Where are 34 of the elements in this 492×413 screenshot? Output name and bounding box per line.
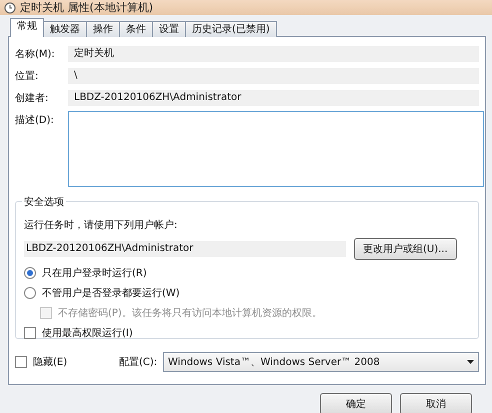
tab[interactable]: 操作 (86, 21, 120, 37)
radio-button[interactable] (24, 267, 36, 279)
checkbox[interactable] (24, 327, 36, 339)
checkbox-label: 使用最高权限运行(I) (42, 326, 133, 340)
location-field: \ (68, 68, 479, 84)
checkbox[interactable] (15, 356, 27, 368)
radio-label: 不管用户是否登录都要运行(W) (42, 286, 180, 300)
field-label: 描述(D): (15, 114, 55, 127)
field-label: 创建者: (15, 92, 50, 105)
config-label: 配置(C): (119, 356, 158, 369)
tab[interactable]: 设置 (152, 21, 186, 37)
radio-label: 只在用户登录时运行(R) (42, 266, 147, 280)
tab[interactable]: 触发器 (43, 21, 87, 37)
author-field: LBDZ-20120106ZH\Administrator (68, 90, 479, 106)
name-field[interactable]: 定时关机 (68, 46, 479, 62)
config-dropdown[interactable]: Windows Vista™、Windows Server™ 2008 (163, 352, 479, 372)
caret-icon (467, 360, 474, 364)
account-field: LBDZ-20120106ZH\Administrator (24, 241, 346, 257)
group-title: 安全选项 (22, 195, 66, 209)
tab[interactable]: 常规 (10, 18, 44, 37)
tab[interactable]: 条件 (119, 21, 153, 37)
field-label: 名称(M): (15, 48, 56, 61)
radio-button[interactable] (24, 287, 36, 299)
account-prompt: 运行任务时，请使用下列用户帐户: (24, 218, 178, 232)
dialog-button[interactable]: 取消 (400, 393, 472, 413)
field-label: 位置: (15, 70, 40, 83)
dialog-button[interactable]: 确定 (320, 393, 392, 413)
checkbox-label: 不存储密码(P)。该任务将只有访问本地计算机资源的权限。 (58, 306, 322, 320)
checkbox-label: 隐藏(E) (33, 356, 68, 369)
change-user-button[interactable]: 更改用户或组(U)... (354, 238, 457, 260)
window-title: 定时关机 属性(本地计算机) (20, 0, 154, 15)
clock-icon (4, 2, 16, 14)
description-field[interactable] (68, 111, 484, 187)
tab[interactable]: 历史记录(已禁用) (185, 21, 277, 37)
